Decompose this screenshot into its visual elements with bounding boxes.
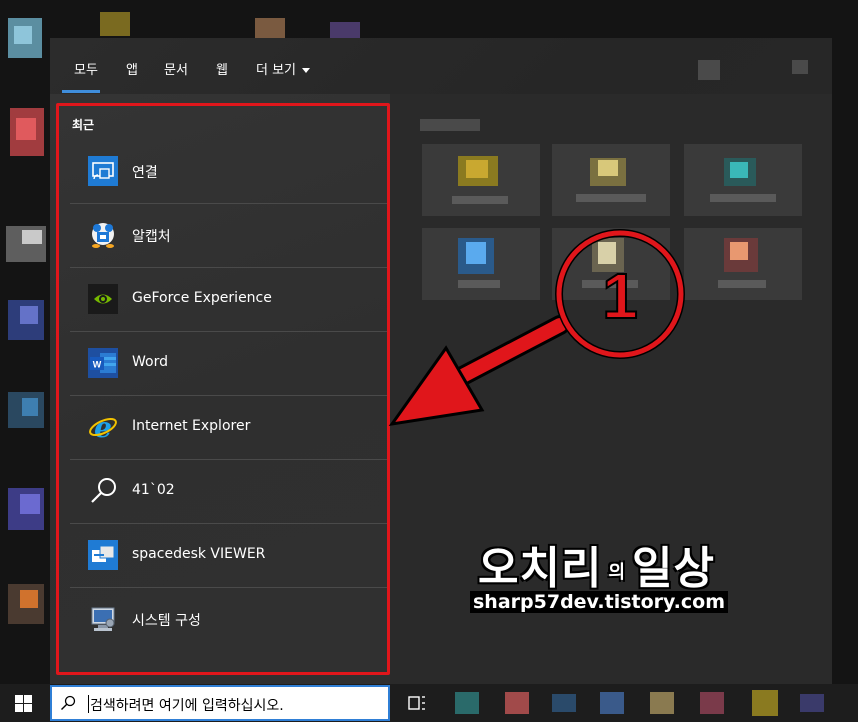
recent-item-label: Internet Explorer [132, 418, 251, 434]
search-tabs: 모두 앱 문서 웹 더 보기 [50, 38, 832, 94]
ie-icon: e [89, 412, 117, 442]
task-view-icon[interactable] [408, 694, 426, 712]
text-cursor [88, 695, 89, 713]
alcapture-icon [92, 223, 114, 248]
svg-text:e: e [94, 412, 112, 442]
watermark-title-particle: 의 [608, 562, 627, 583]
recent-item-label: 연결 [132, 165, 158, 181]
recent-item-connect[interactable]: 연결 [70, 140, 390, 204]
recent-item-label: GeForce Experience [132, 290, 272, 306]
taskbar-app-icon[interactable] [752, 690, 778, 716]
taskbar-app-icon[interactable] [600, 692, 624, 714]
watermark-url: sharp57dev.tistory.com [470, 591, 728, 613]
recent-item-label: 알캡처 [132, 229, 171, 245]
taskbar-app-icon[interactable] [800, 694, 824, 712]
taskbar-search-box[interactable]: 검색하려면 여기에 입력하십시오. [50, 685, 390, 721]
top-app-tile[interactable] [422, 228, 540, 300]
tab-apps[interactable]: 앱 [126, 59, 138, 78]
taskbar-app-icon[interactable] [455, 692, 479, 714]
recent-item-spacedesk-viewer[interactable]: spacedesk VIEWER [70, 524, 390, 588]
recent-item-system-config[interactable]: 시스템 구성 [70, 588, 390, 651]
watermark-title: 오치리 의 일상 [478, 532, 715, 596]
recent-item-word[interactable]: W Word [70, 332, 390, 396]
recent-item-alcapture[interactable]: 알캡처 [70, 204, 390, 268]
connect-icon [88, 156, 118, 186]
top-app-tile[interactable] [552, 228, 670, 300]
watermark-title-main: 오치리 [478, 543, 603, 594]
close-icon[interactable] [792, 60, 808, 74]
taskbar-app-icon[interactable] [505, 692, 529, 714]
recent-item-label: spacedesk VIEWER [132, 546, 266, 562]
taskbar-app-icon[interactable] [650, 692, 674, 714]
search-icon [91, 478, 116, 503]
windows-start-icon[interactable] [15, 695, 32, 712]
tab-more-label: 더 보기 [256, 63, 297, 78]
more-options-icon[interactable] [698, 60, 720, 80]
recent-item-label: 시스템 구성 [132, 613, 201, 629]
top-app-tile[interactable] [684, 144, 802, 216]
watermark-title-end: 일상 [632, 543, 715, 594]
tab-documents[interactable]: 문서 [164, 59, 188, 78]
word-icon: W [88, 348, 118, 378]
recent-item-search-query[interactable]: 41`02 [70, 460, 390, 524]
tab-more[interactable]: 더 보기 [256, 59, 311, 78]
recent-item-internet-explorer[interactable]: e Internet Explorer [70, 396, 390, 460]
search-icon [61, 695, 76, 710]
top-app-tile[interactable] [422, 144, 540, 216]
recent-item-label: Word [132, 354, 168, 370]
taskbar-app-icon[interactable] [552, 694, 576, 712]
recent-section-title: 최근 [72, 118, 95, 132]
top-app-tile[interactable] [552, 144, 670, 216]
tab-selected-indicator [62, 90, 100, 93]
search-input[interactable]: 검색하려면 여기에 입력하십시오. [90, 695, 284, 715]
taskbar-app-icon[interactable] [700, 692, 724, 714]
top-app-tile[interactable] [684, 228, 802, 300]
tab-all[interactable]: 모두 [74, 59, 98, 78]
recent-item-geforce-experience[interactable]: GeForce Experience [70, 268, 390, 332]
top-apps-heading [420, 119, 480, 131]
msconfig-icon [91, 607, 115, 631]
svg-text:W: W [93, 360, 102, 370]
recent-list-pane: 최근 연결 알캡처 GeForce Experience W Word e In… [50, 94, 390, 684]
chevron-down-icon [302, 68, 311, 73]
nvidia-icon [88, 284, 118, 314]
tab-web[interactable]: 웹 [216, 59, 228, 78]
desktop-background [0, 0, 360, 684]
spacedesk-icon [88, 540, 118, 570]
recent-item-label: 41`02 [132, 482, 175, 498]
